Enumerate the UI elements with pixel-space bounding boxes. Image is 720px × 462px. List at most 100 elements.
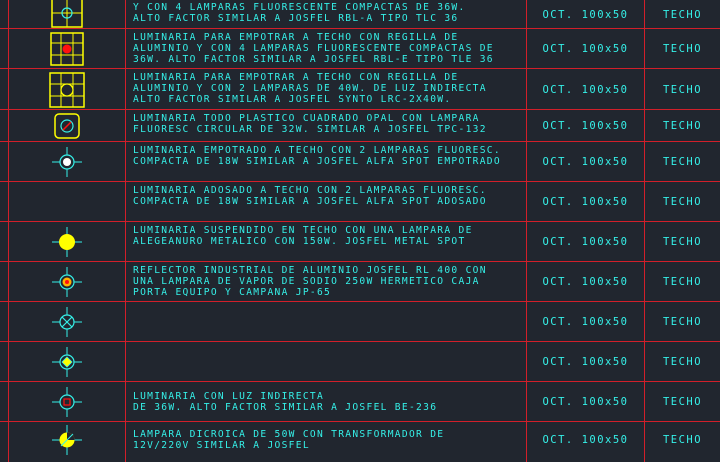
box-size-cell: OCT. 100x50 [526,69,644,110]
description-text: LUMINARIA EMPOTRADO A TECHO CON 2 LAMPAR… [133,145,501,168]
box-size-cell: OCT. 100x50 [526,0,644,28]
symbol-cell [8,342,125,382]
symbol-cell [8,382,125,422]
symbol-cell [8,110,125,142]
box-size-cell: OCT. 100x50 [526,342,644,382]
description-cell [125,302,526,342]
description-text: LAMPARA DICROICA DE 50W CON TRANSFORMADO… [133,429,445,452]
square-grid-double-lamp-icon [49,71,85,108]
mount-cell: TECHO [644,142,720,182]
mount-cell: TECHO [644,182,720,222]
mount-text: TECHO [662,156,703,168]
box-size-text: OCT. 100x50 [542,43,629,55]
table-row: Y CON 4 LAMPARAS FLUORESCENTE COMPACTAS … [0,0,720,28]
description-text: Y CON 4 LAMPARAS FLUORESCENTE COMPACTAS … [133,2,466,25]
box-size-text: OCT. 100x50 [542,156,629,168]
crosshair-diamond-icon [51,346,83,378]
square-grid-4-circle-icon [51,0,83,28]
description-text: LUMINARIA ADOSADO A TECHO CON 2 LAMPARAS… [133,185,487,208]
mount-text: TECHO [662,8,703,21]
symbol-cell [8,182,125,222]
crosshair-yellow-disc-icon [51,226,83,258]
table-row: LUMINARIA PARA EMPOTRAR A TECHO CON REGI… [0,68,720,110]
symbol-cell [8,422,125,462]
description-cell: LAMPARA DICROICA DE 50W CON TRANSFORMADO… [125,422,526,462]
mount-cell: TECHO [644,422,720,462]
mount-text: TECHO [662,43,703,55]
description-text: LUMINARIA PARA EMPOTRAR A TECHO CON REGI… [133,72,487,106]
mount-cell: TECHO [644,262,720,302]
crosshair-square-icon [51,386,83,418]
mount-cell: TECHO [644,222,720,262]
box-size-text: OCT. 100x50 [542,396,629,408]
box-size-text: OCT. 100x50 [542,276,629,288]
description-cell: LUMINARIA PARA EMPOTRAR A TECHO CON REGI… [125,69,526,110]
table-row: LAMPARA DICROICA DE 50W CON TRANSFORMADO… [0,421,720,462]
table-row: LUMINARIA PARA EMPOTRAR A TECHO CON REGI… [0,28,720,69]
box-size-cell: OCT. 100x50 [526,422,644,462]
mount-cell: TECHO [644,110,720,142]
description-cell [125,342,526,382]
mount-text: TECHO [662,316,703,328]
crosshair-red-yellow-dot-icon [51,266,83,298]
description-cell: REFLECTOR INDUSTRIAL DE ALUMINIO JOSFEL … [125,262,526,302]
box-size-cell: OCT. 100x50 [526,382,644,422]
box-size-cell: OCT. 100x50 [526,302,644,342]
description-text: LUMINARIA TODO PLASTICO CUADRADO OPAL CO… [133,113,487,136]
description-cell: LUMINARIA CON LUZ INDIRECTA DE 36W. ALTO… [125,382,526,422]
crosshair-x-circle-icon [51,306,83,338]
description-text: LUMINARIA CON LUZ INDIRECTA DE 36W. ALTO… [133,391,438,414]
box-size-cell: OCT. 100x50 [526,142,644,182]
luminaire-schedule-table: Y CON 4 LAMPARAS FLUORESCENTE COMPACTAS … [0,0,720,462]
mount-text: TECHO [662,236,703,248]
symbol-cell [8,222,125,262]
box-size-cell: OCT. 100x50 [526,29,644,69]
mount-text: TECHO [662,434,703,447]
description-cell: Y CON 4 LAMPARAS FLUORESCENTE COMPACTAS … [125,0,526,28]
box-size-text: OCT. 100x50 [542,196,629,208]
crosshair-dichroic-icon [51,424,83,456]
mount-text: TECHO [662,196,703,208]
rounded-square-circle-icon [54,113,80,139]
box-size-cell: OCT. 100x50 [526,262,644,302]
description-text: LUMINARIA SUSPENDIDO EN TECHO CON UNA LA… [133,225,473,248]
symbol-cell [8,262,125,302]
mount-text: TECHO [662,276,703,288]
table-row: OCT. 100x50 TECHO [0,301,720,342]
description-text: LUMINARIA PARA EMPOTRAR A TECHO CON REGI… [133,32,494,66]
mount-cell: TECHO [644,382,720,422]
table-row: LUMINARIA TODO PLASTICO CUADRADO OPAL CO… [0,109,720,142]
box-size-text: OCT. 100x50 [542,356,629,368]
crosshair-white-dot-icon [51,146,83,178]
mount-text: TECHO [662,83,703,96]
table-row: OCT. 100x50 TECHO [0,341,720,382]
mount-text: TECHO [662,396,703,408]
mount-cell: TECHO [644,0,720,28]
box-size-text: OCT. 100x50 [542,236,629,248]
table-row: LUMINARIA ADOSADO A TECHO CON 2 LAMPARAS… [0,181,720,222]
table-row: LUMINARIA SUSPENDIDO EN TECHO CON UNA LA… [0,221,720,262]
square-grid-red-dot-icon [50,32,84,66]
mount-cell: TECHO [644,29,720,69]
symbol-cell [8,29,125,69]
symbol-cell [8,142,125,182]
description-cell: LUMINARIA EMPOTRADO A TECHO CON 2 LAMPAR… [125,142,526,182]
box-size-text: OCT. 100x50 [542,316,629,328]
table-row: LUMINARIA CON LUZ INDIRECTA DE 36W. ALTO… [0,381,720,422]
description-cell: LUMINARIA ADOSADO A TECHO CON 2 LAMPARAS… [125,182,526,222]
symbol-cell [8,69,125,110]
box-size-cell: OCT. 100x50 [526,110,644,142]
table-row: REFLECTOR INDUSTRIAL DE ALUMINIO JOSFEL … [0,261,720,302]
description-text: REFLECTOR INDUSTRIAL DE ALUMINIO JOSFEL … [133,265,487,299]
table-row: LUMINARIA EMPOTRADO A TECHO CON 2 LAMPAR… [0,141,720,182]
box-size-cell: OCT. 100x50 [526,182,644,222]
description-cell: LUMINARIA PARA EMPOTRAR A TECHO CON REGI… [125,29,526,69]
mount-cell: TECHO [644,302,720,342]
symbol-cell [8,0,125,28]
description-cell: LUMINARIA SUSPENDIDO EN TECHO CON UNA LA… [125,222,526,262]
box-size-text: OCT. 100x50 [542,8,629,21]
box-size-text: OCT. 100x50 [542,434,629,447]
mount-cell: TECHO [644,69,720,110]
description-cell: LUMINARIA TODO PLASTICO CUADRADO OPAL CO… [125,110,526,142]
mount-cell: TECHO [644,342,720,382]
